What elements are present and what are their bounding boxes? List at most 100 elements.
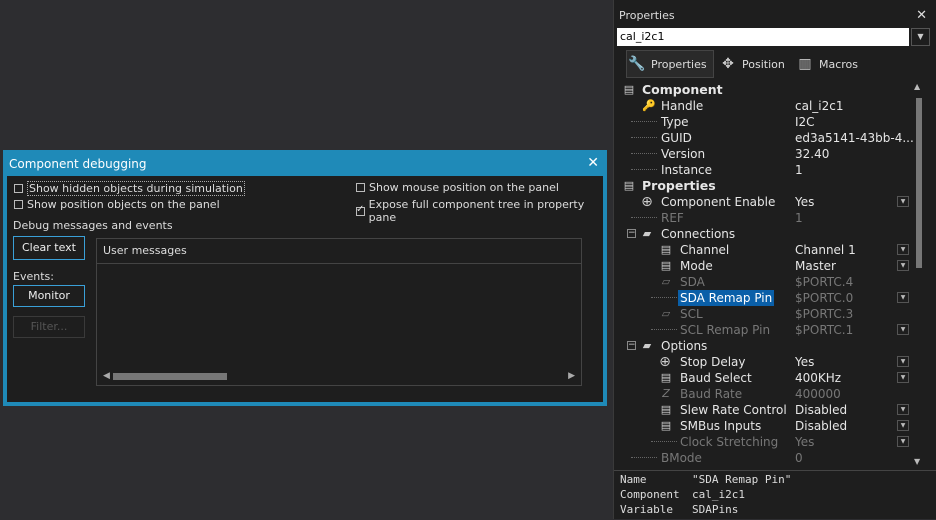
- property-grid: ▤ Component 🔑 Handle cal_i2c1 Type I2C G…: [617, 80, 927, 468]
- chevron-down-icon[interactable]: ▼: [897, 420, 909, 431]
- property-row-handle[interactable]: 🔑 Handle cal_i2c1: [617, 98, 913, 114]
- property-value[interactable]: Yes: [795, 354, 814, 370]
- property-value[interactable]: 400KHz: [795, 370, 841, 386]
- collapse-icon[interactable]: −: [627, 229, 636, 238]
- property-row-instance[interactable]: Instance 1: [617, 162, 913, 178]
- property-row-baud-rate[interactable]: Z Baud Rate 400000: [617, 386, 913, 402]
- checkbox-label: Show mouse position on the panel: [369, 181, 559, 194]
- chevron-down-icon[interactable]: ▼: [897, 436, 909, 447]
- property-value[interactable]: Master: [795, 258, 836, 274]
- property-row-type[interactable]: Type I2C: [617, 114, 913, 130]
- property-name: Slew Rate Control: [680, 403, 787, 417]
- document-icon: ▤: [623, 179, 635, 192]
- property-row-component-enable[interactable]: ⊕ Component Enable Yes ▼: [617, 194, 913, 210]
- property-value[interactable]: 400000: [795, 386, 841, 402]
- vertical-scrollbar[interactable]: ▲ ▼: [913, 82, 925, 466]
- category-properties[interactable]: ▤ Properties: [617, 178, 913, 194]
- property-row-sda[interactable]: ▱ SDA $PORTC.4: [617, 274, 913, 290]
- component-debugging-dialog: Component debugging ✕ Show hidden object…: [3, 150, 607, 406]
- close-icon[interactable]: ✕: [916, 8, 927, 23]
- properties-panel: Properties ✕ cal_i2c1 ▼ 🔧 Properties ✥ P…: [613, 0, 936, 519]
- property-name: Baud Select: [680, 371, 752, 385]
- property-value[interactable]: Yes: [795, 194, 814, 210]
- chevron-down-icon[interactable]: ▼: [897, 244, 909, 255]
- property-row-scl[interactable]: ▱ SCL $PORTC.3: [617, 306, 913, 322]
- property-value[interactable]: $PORTC.3: [795, 306, 853, 322]
- chevron-down-icon[interactable]: ▼: [897, 260, 909, 271]
- property-row-slew-rate-control[interactable]: ▤ Slew Rate Control Disabled ▼: [617, 402, 913, 418]
- group-connections[interactable]: − ▰ Connections: [617, 226, 913, 242]
- property-value[interactable]: 1: [795, 162, 803, 178]
- category-component[interactable]: ▤ Component: [617, 82, 913, 98]
- tab-macros[interactable]: ▥ Macros: [795, 50, 867, 78]
- property-value[interactable]: Disabled: [795, 418, 847, 434]
- user-messages-header: User messages: [97, 239, 581, 264]
- chevron-down-icon[interactable]: ▼: [897, 356, 909, 367]
- info-value: cal_i2c1: [692, 488, 745, 501]
- property-row-smbus-inputs[interactable]: ▤ SMBus Inputs Disabled ▼: [617, 418, 913, 434]
- chevron-down-icon[interactable]: ▼: [897, 196, 909, 207]
- property-value[interactable]: Yes: [795, 434, 814, 450]
- collapse-icon[interactable]: −: [627, 341, 636, 350]
- monitor-button[interactable]: Monitor: [13, 285, 85, 307]
- show-position-objects-checkbox[interactable]: Show position objects on the panel: [14, 198, 220, 211]
- property-row-baud-select[interactable]: ▤ Baud Select 400KHz ▼: [617, 370, 913, 386]
- scrollbar-thumb[interactable]: [916, 98, 922, 268]
- property-row-version[interactable]: Version 32.40: [617, 146, 913, 162]
- property-name: Version: [661, 147, 706, 161]
- chevron-down-icon[interactable]: ▼: [897, 324, 909, 335]
- property-value[interactable]: 0: [795, 450, 803, 466]
- property-name: Component Enable: [661, 195, 776, 209]
- tree-line: [651, 329, 677, 330]
- property-name: Connections: [661, 227, 736, 241]
- info-row: Name "SDA Remap Pin": [620, 472, 791, 487]
- chevron-down-icon[interactable]: ▼: [897, 372, 909, 383]
- show-mouse-position-checkbox[interactable]: Show mouse position on the panel: [356, 181, 559, 194]
- scroll-left-icon[interactable]: ◀: [103, 371, 110, 381]
- chevron-down-icon[interactable]: ▼: [911, 28, 930, 46]
- group-options[interactable]: − ▰ Options: [617, 338, 913, 354]
- property-value[interactable]: 32.40: [795, 146, 829, 162]
- property-row-scl-remap-pin[interactable]: SCL Remap Pin $PORTC.1 ▼: [617, 322, 913, 338]
- property-value[interactable]: $PORTC.4: [795, 274, 853, 290]
- property-row-guid[interactable]: GUID ed3a5141-43bb-4...: [617, 130, 914, 146]
- property-value[interactable]: ed3a5141-43bb-4...: [795, 130, 914, 146]
- scroll-down-icon[interactable]: ▼: [914, 457, 920, 466]
- list-icon: ▤: [660, 403, 672, 416]
- scroll-up-icon[interactable]: ▲: [914, 82, 920, 91]
- property-row-clock-stretching[interactable]: Clock Stretching Yes ▼: [617, 434, 913, 450]
- property-name: Baud Rate: [680, 387, 743, 401]
- property-row-bmode[interactable]: BMode 0: [617, 450, 913, 466]
- property-row-sda-remap-pin[interactable]: SDA Remap Pin $PORTC.0 ▼: [617, 290, 913, 306]
- property-value[interactable]: Channel 1: [795, 242, 856, 258]
- scrollbar-thumb[interactable]: [113, 373, 227, 380]
- component-name-field[interactable]: cal_i2c1: [617, 28, 909, 46]
- show-hidden-objects-checkbox[interactable]: Show hidden objects during simulation: [14, 181, 245, 196]
- property-row-ref[interactable]: REF 1: [617, 210, 913, 226]
- horizontal-scrollbar[interactable]: ◀ ▶: [97, 367, 581, 385]
- property-value[interactable]: Disabled: [795, 402, 847, 418]
- property-row-channel[interactable]: ▤ Channel Channel 1 ▼: [617, 242, 913, 258]
- property-value[interactable]: 1: [795, 210, 803, 226]
- scroll-right-icon[interactable]: ▶: [568, 371, 575, 381]
- info-value: SDAPins: [692, 503, 739, 516]
- property-info-pane: Name "SDA Remap Pin" Component cal_i2c1 Va…: [614, 470, 936, 520]
- chevron-down-icon[interactable]: ▼: [897, 404, 909, 415]
- property-name: Type: [661, 115, 689, 129]
- property-row-stop-delay[interactable]: ⊕ Stop Delay Yes ▼: [617, 354, 913, 370]
- property-value[interactable]: cal_i2c1: [795, 98, 844, 114]
- expose-component-tree-checkbox[interactable]: Expose full component tree in property p…: [356, 198, 603, 224]
- property-value[interactable]: $PORTC.1: [795, 322, 853, 338]
- property-value[interactable]: I2C: [795, 114, 815, 130]
- filter-button[interactable]: Filter...: [13, 316, 85, 338]
- user-messages-pane[interactable]: User messages ◀ ▶: [96, 238, 582, 386]
- tab-properties[interactable]: 🔧 Properties: [626, 50, 714, 78]
- property-value[interactable]: $PORTC.0: [795, 290, 853, 306]
- clear-text-button[interactable]: Clear text: [13, 236, 85, 260]
- close-icon[interactable]: ✕: [587, 156, 599, 170]
- info-key: Component: [620, 488, 680, 501]
- chevron-down-icon[interactable]: ▼: [897, 292, 909, 303]
- checkbox-checked-icon: [356, 204, 365, 216]
- property-row-mode[interactable]: ▤ Mode Master ▼: [617, 258, 913, 274]
- tab-position[interactable]: ✥ Position: [718, 50, 792, 78]
